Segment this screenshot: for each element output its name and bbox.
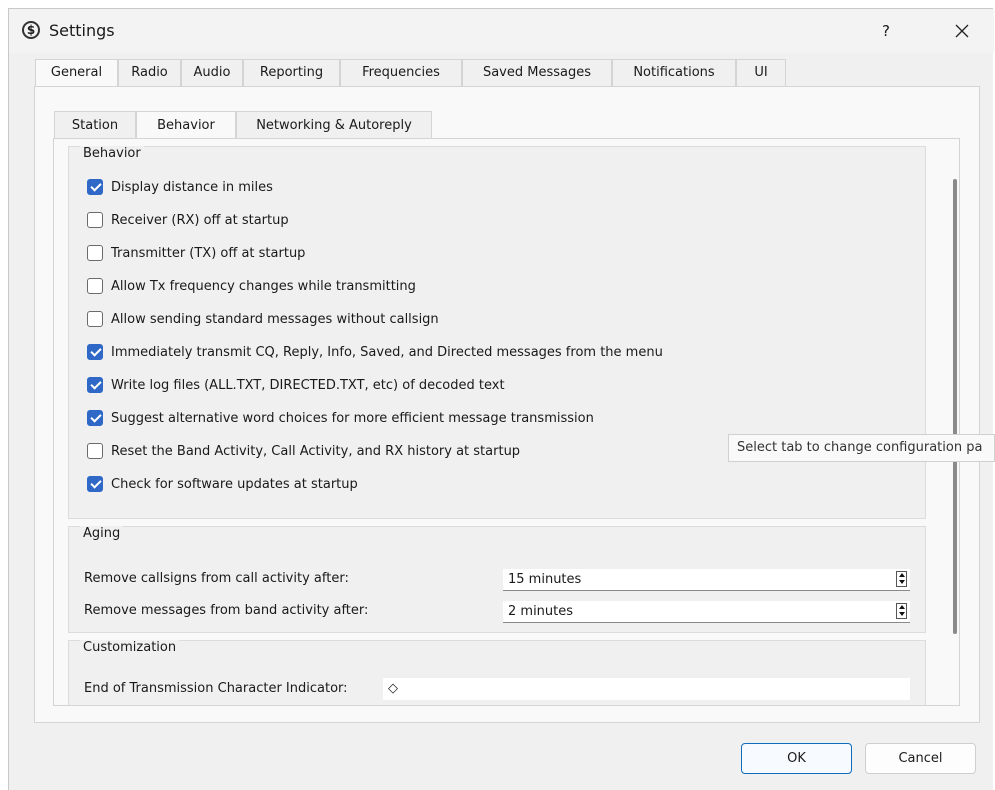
tab-radio[interactable]: Radio bbox=[118, 59, 181, 86]
title-bar: $ Settings ? bbox=[9, 9, 994, 53]
display-miles-checkbox[interactable] bbox=[87, 179, 103, 195]
eot-label: End of Transmission Character Indicator: bbox=[84, 681, 348, 696]
customization-group: Customization End of Transmission Charac… bbox=[68, 640, 926, 705]
cancel-button[interactable]: Cancel bbox=[865, 743, 976, 774]
eot-indicator-input[interactable]: ◇ bbox=[383, 678, 910, 700]
spin-arrows-icon[interactable] bbox=[896, 603, 907, 619]
band-activity-spinbox[interactable]: 2 minutes bbox=[503, 601, 910, 623]
close-button[interactable] bbox=[937, 15, 987, 47]
option-label: Display distance in miles bbox=[111, 179, 273, 195]
ok-button[interactable]: OK bbox=[741, 743, 852, 774]
close-icon bbox=[955, 24, 969, 37]
behavior-tab-pane: Behavior Display distance in miles Recei… bbox=[53, 138, 960, 706]
vertical-scrollbar[interactable] bbox=[953, 179, 957, 634]
tab-frequencies[interactable]: Frequencies bbox=[340, 59, 462, 86]
tab-station[interactable]: Station bbox=[54, 111, 136, 138]
option-suggest-words[interactable]: Suggest alternative word choices for mor… bbox=[87, 408, 594, 428]
aging-group: Aging Remove callsigns from call activit… bbox=[68, 526, 926, 633]
option-no-callsign[interactable]: Allow sending standard messages without … bbox=[87, 309, 439, 329]
tab-behavior[interactable]: Behavior bbox=[136, 111, 236, 140]
help-button[interactable]: ? bbox=[861, 15, 911, 47]
reset-activity-checkbox[interactable] bbox=[87, 443, 103, 459]
no-callsign-checkbox[interactable] bbox=[87, 311, 103, 327]
eot-value: ◇ bbox=[388, 681, 398, 696]
option-display-miles[interactable]: Display distance in miles bbox=[87, 177, 273, 197]
option-label: Immediately transmit CQ, Reply, Info, Sa… bbox=[111, 344, 663, 360]
spin-arrows-icon[interactable] bbox=[896, 571, 907, 587]
option-rx-off[interactable]: Receiver (RX) off at startup bbox=[87, 210, 289, 230]
band-activity-label: Remove messages from band activity after… bbox=[84, 603, 369, 618]
tab-audio[interactable]: Audio bbox=[181, 59, 243, 86]
tx-off-checkbox[interactable] bbox=[87, 245, 103, 261]
tab-saved-messages[interactable]: Saved Messages bbox=[462, 59, 612, 86]
tab-ui[interactable]: UI bbox=[736, 59, 786, 86]
option-label: Allow sending standard messages without … bbox=[111, 311, 439, 327]
option-label: Allow Tx frequency changes while transmi… bbox=[111, 278, 416, 294]
option-label: Write log files (ALL.TXT, DIRECTED.TXT, … bbox=[111, 377, 505, 393]
check-updates-checkbox[interactable] bbox=[87, 476, 103, 492]
call-activity-value: 15 minutes bbox=[508, 572, 582, 587]
tab-general[interactable]: General bbox=[35, 59, 118, 88]
option-label: Receiver (RX) off at startup bbox=[111, 212, 289, 228]
option-check-updates[interactable]: Check for software updates at startup bbox=[87, 474, 358, 494]
option-write-log[interactable]: Write log files (ALL.TXT, DIRECTED.TXT, … bbox=[87, 375, 505, 395]
band-activity-value: 2 minutes bbox=[508, 604, 574, 619]
rx-off-checkbox[interactable] bbox=[87, 212, 103, 228]
option-immediate-transmit[interactable]: Immediately transmit CQ, Reply, Info, Sa… bbox=[87, 342, 663, 362]
tooltip: Select tab to change configuration pa bbox=[728, 434, 995, 462]
settings-dialog: $ Settings ? General Radio Audio Reporti… bbox=[8, 8, 994, 790]
tab-networking-autoreply[interactable]: Networking & Autoreply bbox=[236, 111, 432, 138]
tab-notifications[interactable]: Notifications bbox=[612, 59, 736, 86]
option-tx-off[interactable]: Transmitter (TX) off at startup bbox=[87, 243, 305, 263]
option-label: Reset the Band Activity, Call Activity, … bbox=[111, 443, 521, 459]
general-tab-pane: Station Behavior Networking & Autoreply … bbox=[34, 86, 980, 723]
call-activity-spinbox[interactable]: 15 minutes bbox=[503, 569, 910, 591]
suggest-words-checkbox[interactable] bbox=[87, 410, 103, 426]
tab-reporting[interactable]: Reporting bbox=[243, 59, 340, 86]
option-label: Suggest alternative word choices for mor… bbox=[111, 410, 594, 426]
app-logo-icon: $ bbox=[22, 21, 40, 39]
write-log-checkbox[interactable] bbox=[87, 377, 103, 393]
customization-group-title: Customization bbox=[80, 640, 180, 655]
option-label: Transmitter (TX) off at startup bbox=[111, 245, 306, 261]
tx-freq-changes-checkbox[interactable] bbox=[87, 278, 103, 294]
window-title: Settings bbox=[49, 21, 115, 40]
option-tx-freq-changes[interactable]: Allow Tx frequency changes while transmi… bbox=[87, 276, 416, 296]
option-label: Check for software updates at startup bbox=[111, 476, 358, 492]
call-activity-label: Remove callsigns from call activity afte… bbox=[84, 571, 349, 586]
behavior-group: Behavior Display distance in miles Recei… bbox=[68, 146, 926, 519]
behavior-group-title: Behavior bbox=[80, 146, 144, 161]
option-reset-activity[interactable]: Reset the Band Activity, Call Activity, … bbox=[87, 441, 520, 461]
aging-group-title: Aging bbox=[80, 526, 124, 541]
immediate-transmit-checkbox[interactable] bbox=[87, 344, 103, 360]
